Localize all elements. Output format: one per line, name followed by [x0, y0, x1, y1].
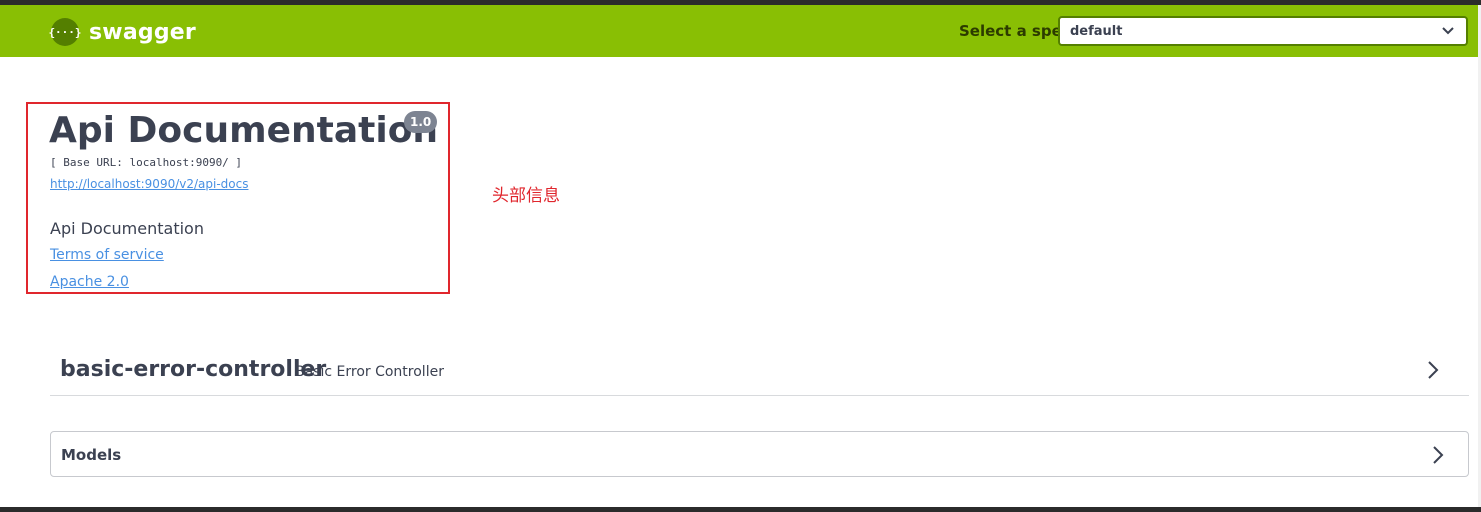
tag-description: Basic Error Controller — [295, 364, 444, 380]
chevron-down-icon — [1442, 27, 1454, 35]
spec-label: Select a spec — [959, 22, 1071, 40]
chevron-right-icon[interactable] — [1432, 445, 1444, 465]
swagger-logo-icon: {···} — [48, 18, 82, 46]
annotation-highlight-box — [26, 102, 450, 294]
spec-select[interactable]: default — [1058, 16, 1468, 46]
swagger-page: {···} swagger Select a spec default Api … — [0, 5, 1478, 507]
models-section[interactable]: Models — [50, 431, 1469, 477]
models-label: Models — [61, 446, 122, 464]
tag-name: basic-error-controller — [60, 357, 327, 382]
tag-section[interactable]: basic-error-controller Basic Error Contr… — [50, 342, 1469, 396]
chevron-right-icon[interactable] — [1427, 360, 1439, 380]
swagger-logo[interactable]: {···} swagger — [48, 17, 196, 47]
logo-text: swagger — [89, 19, 196, 45]
spec-selected-value: default — [1070, 24, 1123, 39]
annotation-label: 头部信息 — [492, 186, 560, 206]
topbar: {···} swagger Select a spec default — [0, 5, 1478, 57]
